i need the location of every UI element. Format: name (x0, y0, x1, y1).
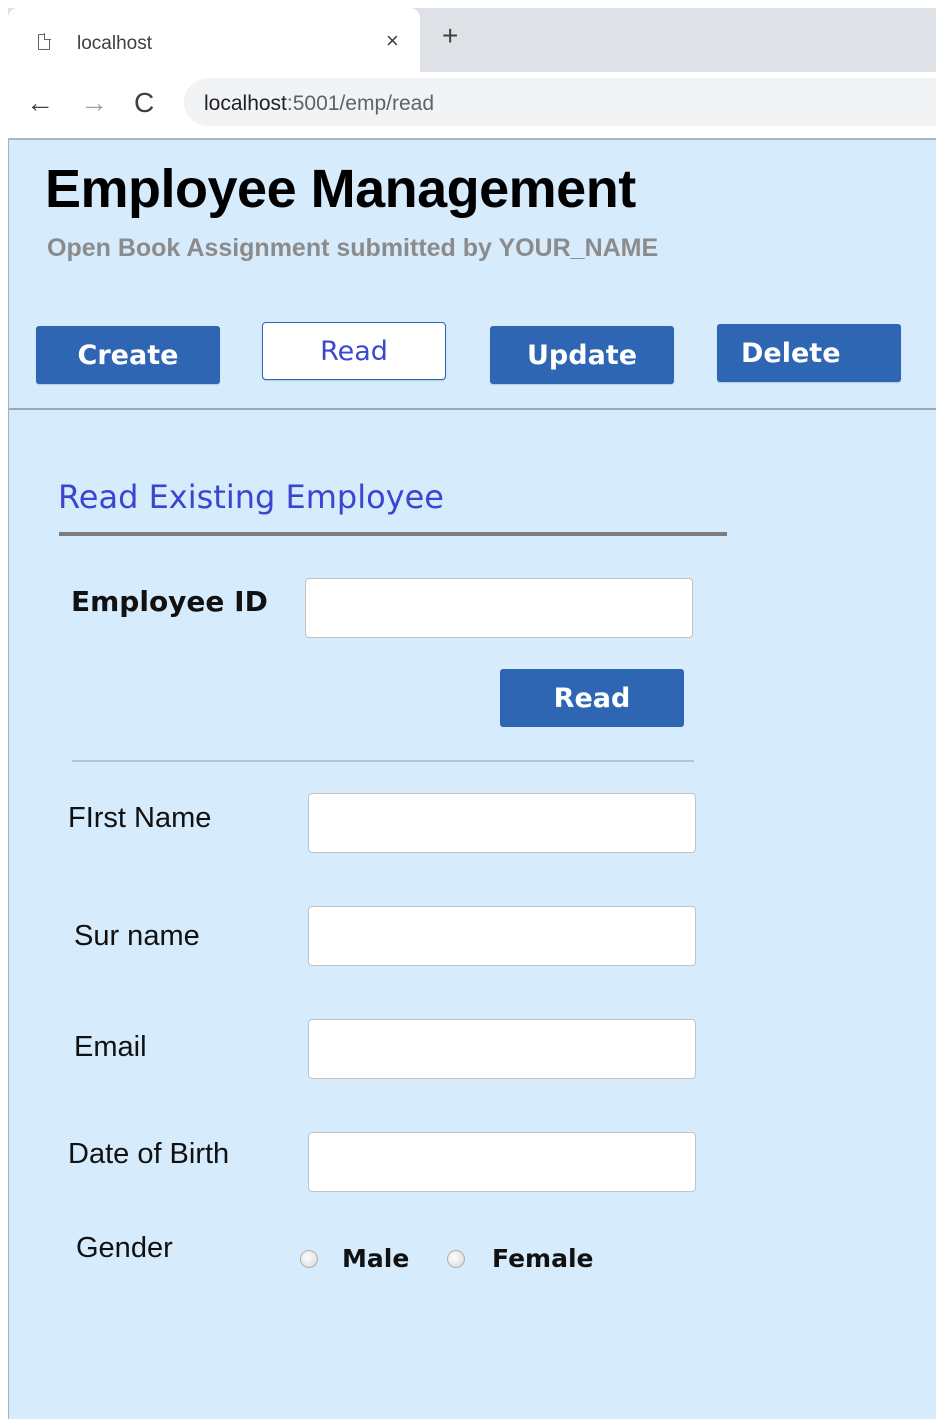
surname-input[interactable] (308, 906, 696, 966)
url-path: :5001/emp/read (286, 92, 434, 115)
gender-male-radio[interactable] (300, 1250, 318, 1268)
back-arrow-icon[interactable]: ← (26, 88, 54, 118)
date-of-birth-label: Date of Birth (68, 1138, 230, 1170)
new-tab-icon[interactable]: + (442, 22, 458, 50)
employee-id-label: Employee ID (71, 585, 268, 618)
address-bar[interactable]: localhost:5001/emp/read (184, 78, 936, 126)
gender-female-radio[interactable] (447, 1250, 465, 1268)
read-employee-button[interactable]: Read (500, 669, 684, 727)
email-input[interactable] (308, 1019, 696, 1079)
update-nav-button[interactable]: Update (490, 326, 674, 384)
tab-title: localhost (77, 33, 152, 54)
delete-nav-button[interactable]: Delete (717, 324, 901, 382)
section-rule (59, 532, 727, 536)
document-icon (38, 33, 51, 50)
section-title: Read Existing Employee (58, 478, 444, 516)
gender-female-label[interactable]: Female (492, 1244, 593, 1273)
forward-arrow-icon[interactable]: → (80, 88, 108, 118)
read-nav-button[interactable]: Read (262, 322, 446, 380)
gender-male-label[interactable]: Male (342, 1244, 409, 1273)
nav-divider (9, 408, 936, 410)
url-host: localhost (204, 92, 287, 115)
page-subtitle: Open Book Assignment submitted by YOUR_N… (47, 234, 659, 262)
reload-icon[interactable]: C (134, 88, 154, 118)
page-content: Employee Management Open Book Assignment… (8, 138, 936, 1419)
page-title: Employee Management (45, 159, 636, 219)
create-nav-button[interactable]: Create (36, 326, 220, 384)
date-of-birth-input[interactable] (308, 1132, 696, 1192)
browser-tab[interactable]: localhost × (8, 8, 420, 72)
close-tab-icon[interactable]: × (386, 30, 399, 52)
form-divider (72, 760, 694, 762)
email-label: Email (74, 1031, 147, 1063)
first-name-input[interactable] (308, 793, 696, 853)
gender-label: Gender (76, 1232, 173, 1264)
employee-id-input[interactable] (305, 578, 693, 638)
browser-toolbar: ← → C localhost:5001/emp/read (8, 72, 936, 138)
first-name-label: FIrst Name (68, 802, 212, 834)
url-text: localhost:5001/emp/read (204, 92, 434, 116)
surname-label: Sur name (74, 920, 200, 952)
